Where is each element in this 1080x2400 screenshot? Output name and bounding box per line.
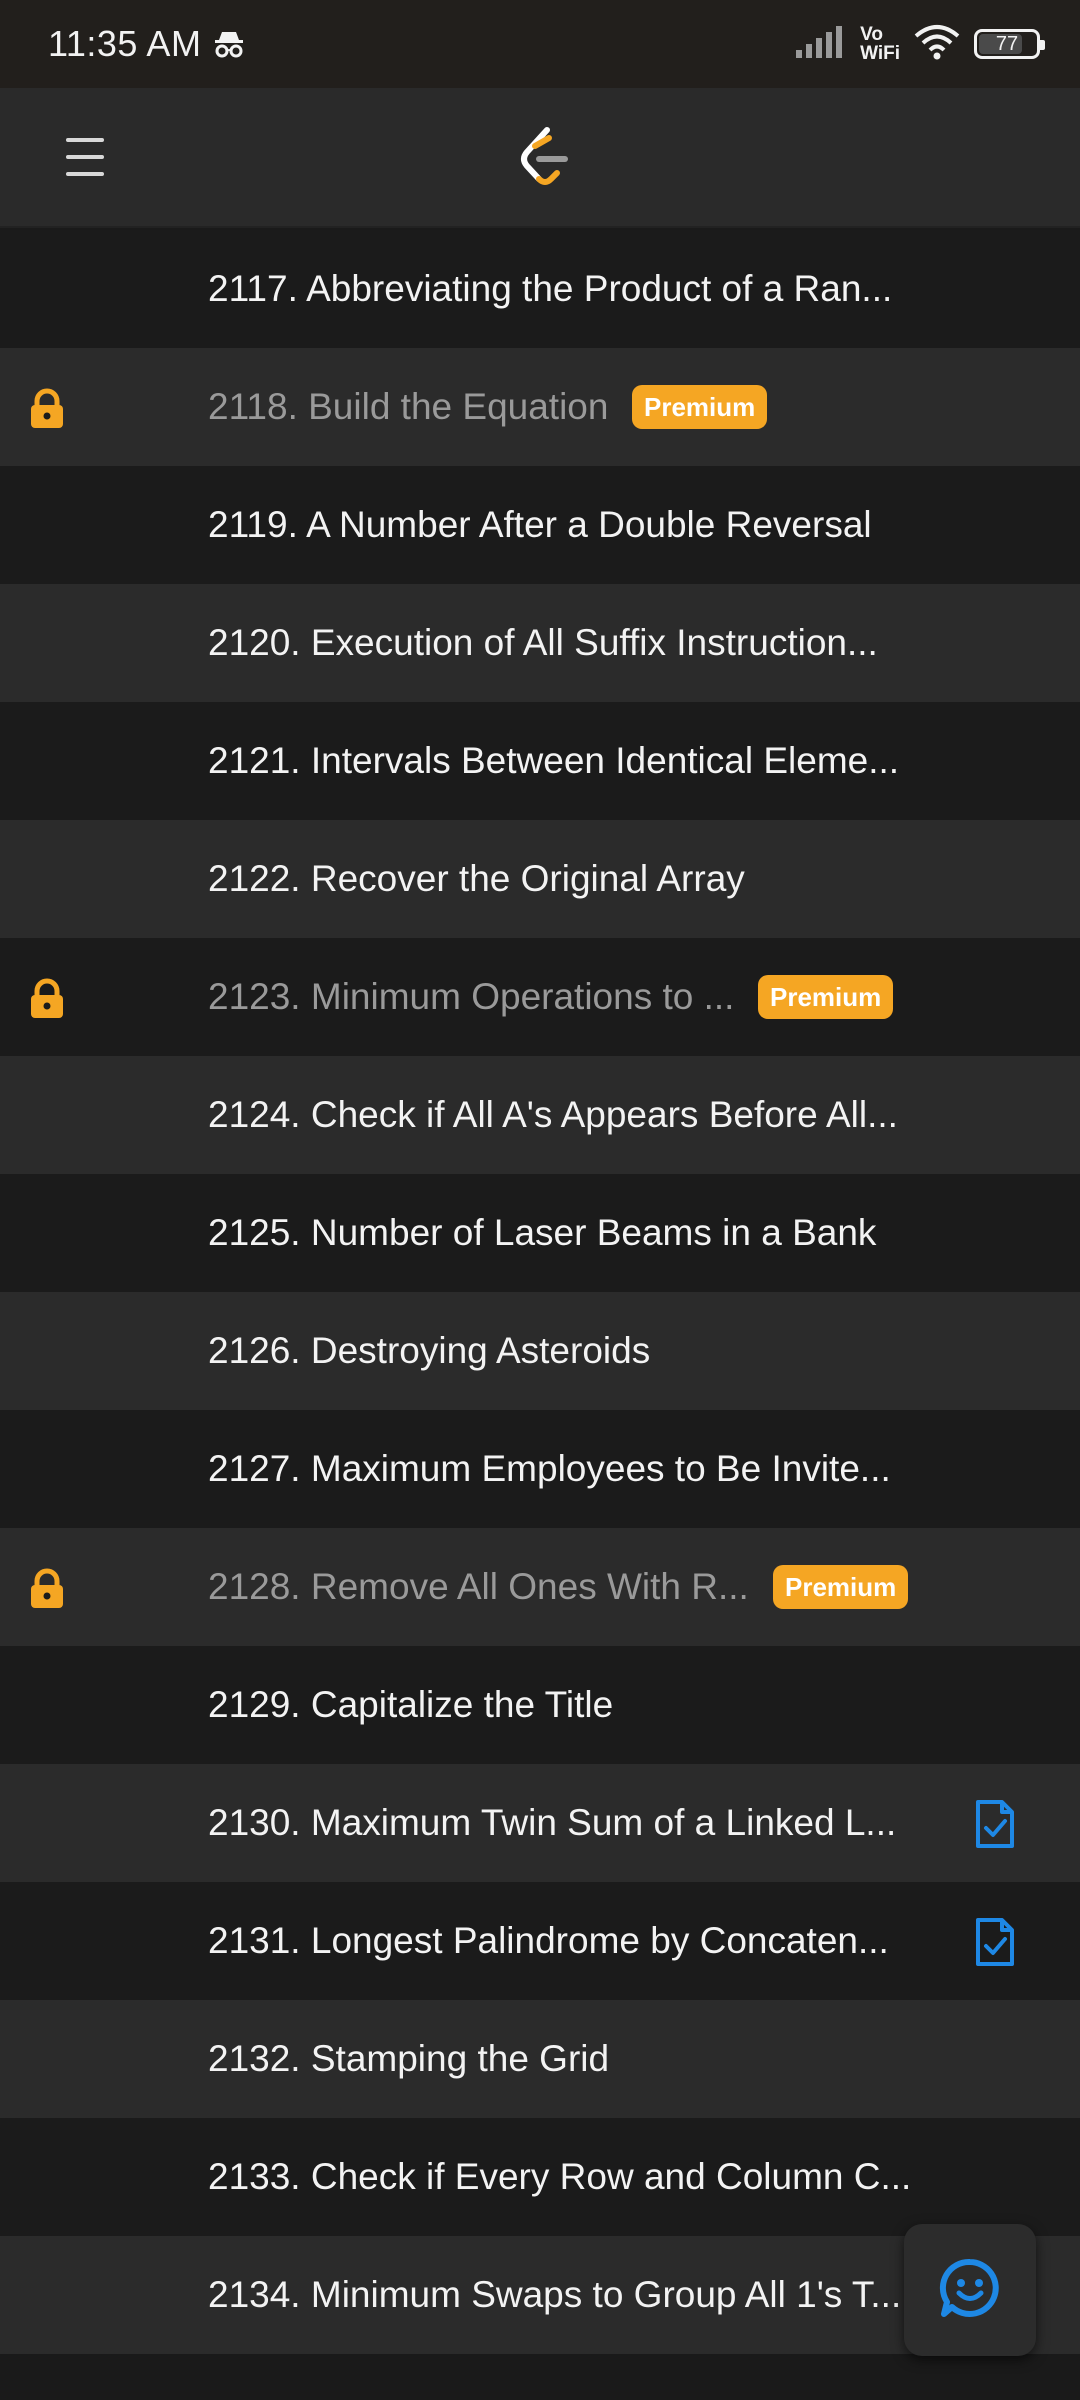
problem-title: 2129. Capitalize the Title [208, 1684, 614, 1725]
premium-badge: Premium [758, 975, 894, 1019]
problem-row[interactable]: 2128. Remove All Ones With R... Premium [0, 1528, 1080, 1646]
signal-icon [794, 24, 846, 65]
lock-icon [26, 388, 68, 430]
wifi-icon [914, 24, 960, 65]
battery-icon: 77 [974, 29, 1045, 59]
solution-doc-icon[interactable] [972, 1798, 1018, 1850]
problem-row[interactable]: 2132. Stamping the Grid [0, 2000, 1080, 2118]
vowifi-indicator: Vo WiFi [860, 25, 900, 63]
smiley-chat-icon [938, 2256, 1002, 2325]
problem-title: 2126. Destroying Asteroids [208, 1330, 651, 1371]
leetcode-logo-icon[interactable] [515, 126, 575, 190]
problem-title: 2118. Build the Equation [208, 386, 609, 427]
problem-row[interactable]: 2131. Longest Palindrome by Concaten... [0, 1882, 1080, 2000]
problem-row[interactable]: 2124. Check if All A's Appears Before Al… [0, 1056, 1080, 1174]
problem-title: 2128. Remove All Ones With R... [208, 1566, 749, 1607]
problem-row[interactable]: 2126. Destroying Asteroids [0, 1292, 1080, 1410]
problem-row[interactable]: 2119. A Number After a Double Reversal [0, 466, 1080, 584]
problem-title: 2134. Minimum Swaps to Group All 1's T..… [208, 2274, 902, 2315]
problem-title: 2125. Number of Laser Beams in a Bank [208, 1212, 877, 1253]
status-time: 11:35 AM [48, 23, 202, 64]
problem-title: 2119. A Number After a Double Reversal [208, 504, 872, 545]
problem-title: 2117. Abbreviating the Product of a Ran.… [208, 268, 893, 309]
problem-row[interactable]: 2133. Check if Every Row and Column C... [0, 2118, 1080, 2236]
vowifi-top: Vo [860, 24, 883, 45]
problem-title: 2120. Execution of All Suffix Instructio… [208, 622, 878, 663]
problem-title: 2127. Maximum Employees to Be Invite... [208, 1448, 891, 1489]
problem-title: 2132. Stamping the Grid [208, 2038, 610, 2079]
problem-row[interactable]: 2123. Minimum Operations to ... Premium [0, 938, 1080, 1056]
problem-title: 2130. Maximum Twin Sum of a Linked L... [208, 1802, 897, 1843]
problem-title: 2121. Intervals Between Identical Eleme.… [208, 740, 900, 781]
feedback-button[interactable] [904, 2224, 1036, 2356]
problem-row[interactable]: 2127. Maximum Employees to Be Invite... [0, 1410, 1080, 1528]
problem-list: 2117. Abbreviating the Product of a Ran.… [0, 230, 1080, 2354]
problem-row[interactable]: 2130. Maximum Twin Sum of a Linked L... [0, 1764, 1080, 1882]
problem-title: 2122. Recover the Original Array [208, 858, 745, 899]
problem-row[interactable]: 2120. Execution of All Suffix Instructio… [0, 584, 1080, 702]
problem-title: 2123. Minimum Operations to ... [208, 976, 735, 1017]
problem-row[interactable]: 2125. Number of Laser Beams in a Bank [0, 1174, 1080, 1292]
solution-doc-icon[interactable] [972, 1916, 1018, 1968]
incognito-icon [211, 26, 247, 62]
problem-row[interactable]: 2129. Capitalize the Title [0, 1646, 1080, 1764]
hamburger-menu-icon[interactable] [60, 132, 110, 182]
status-icons: Vo WiFi 77 [794, 24, 1045, 65]
problem-title: 2124. Check if All A's Appears Before Al… [208, 1094, 898, 1135]
problem-row[interactable]: 2118. Build the Equation Premium [0, 348, 1080, 466]
premium-badge: Premium [773, 1565, 909, 1609]
lock-icon [26, 1568, 68, 1610]
problem-title: 2133. Check if Every Row and Column C... [208, 2156, 912, 2197]
premium-badge: Premium [632, 385, 768, 429]
app-bar [0, 88, 1080, 228]
problem-row[interactable]: 2117. Abbreviating the Product of a Ran.… [0, 230, 1080, 348]
battery-percent: 77 [995, 32, 1019, 55]
problem-row[interactable]: 2122. Recover the Original Array [0, 820, 1080, 938]
problem-title: 2131. Longest Palindrome by Concaten... [208, 1920, 889, 1961]
problem-row[interactable]: 2121. Intervals Between Identical Eleme.… [0, 702, 1080, 820]
status-bar: 11:35 AM Vo WiFi 77 [0, 0, 1080, 88]
lock-icon [26, 978, 68, 1020]
vowifi-bottom: WiFi [860, 43, 900, 64]
